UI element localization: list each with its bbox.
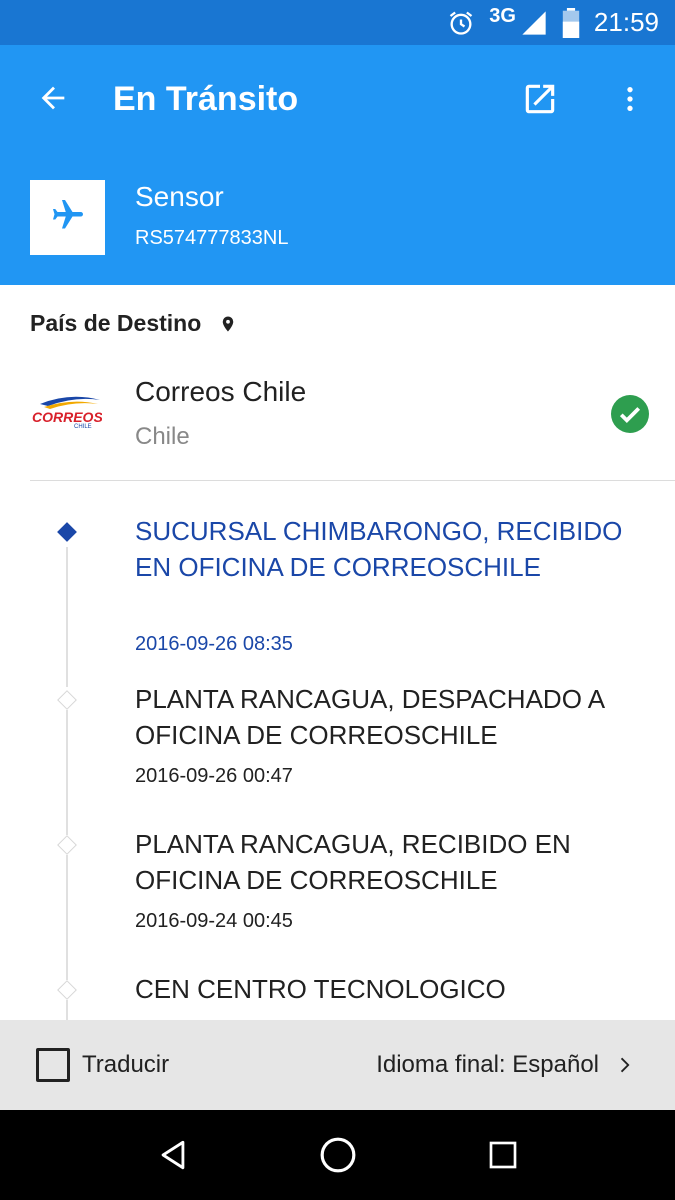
package-type-badge (30, 180, 105, 255)
airplane-icon (50, 197, 86, 238)
timeline-event: SUCURSAL CHIMBARONGO, RECIBIDO EN OFICIN… (0, 481, 675, 687)
tracking-code: RS574777833NL (135, 227, 289, 249)
chevron-right-icon[interactable] (613, 1053, 635, 1077)
timeline-node (57, 980, 77, 1000)
timeline-node (57, 690, 77, 710)
timeline-node-active (57, 522, 77, 542)
timeline-event: PLANTA RANCAGUA, RECIBIDO EN OFICINA DE … (0, 813, 675, 980)
destination-header-label: País de Destino (30, 310, 202, 336)
status-bar: 3G 21:59 (0, 0, 675, 45)
open-in-new-icon[interactable] (518, 77, 562, 121)
target-language-selector[interactable]: Idioma final: Español (376, 1051, 599, 1079)
network-type: 3G (489, 5, 516, 27)
nav-back-icon[interactable] (153, 1135, 193, 1175)
translate-checkbox[interactable] (36, 1048, 70, 1082)
event-description: CEN CENTRO TECNOLOGICO (135, 974, 506, 1004)
carrier-logo-subtext: CHILE (74, 424, 92, 430)
event-date: 2016-09-26 00:47 (135, 765, 293, 787)
carrier-logo-text: CORREOS (32, 409, 102, 425)
battery-icon (562, 7, 580, 38)
carrier-name: Correos Chile (135, 376, 307, 407)
more-vert-icon[interactable] (608, 77, 652, 121)
timeline-node (57, 835, 77, 855)
nav-recents-icon[interactable] (483, 1135, 523, 1175)
timeline-connector (66, 1000, 68, 1020)
app-bar: En Tránsito Sensor RS574777833NL (0, 45, 675, 285)
translate-bar: Traducir Idioma final: Español (0, 1020, 675, 1110)
event-description: PLANTA RANCAGUA, RECIBIDO EN OFICINA DE … (135, 829, 571, 895)
clock: 21:59 (593, 7, 659, 37)
carrier-logo: CORREOS CHILE (30, 392, 103, 432)
screen: 3G 21:59 En Tránsito Sensor RS574777833N… (0, 0, 675, 1200)
event-date: 2016-09-24 00:45 (135, 910, 293, 932)
destination-header: País de Destino (30, 310, 237, 337)
nav-home-icon[interactable] (318, 1135, 358, 1175)
event-description: SUCURSAL CHIMBARONGO, RECIBIDO EN OFICIN… (135, 516, 623, 582)
carrier-country: Chile (135, 423, 190, 450)
alarm-icon (447, 9, 475, 37)
timeline-event: CEN CENTRO TECNOLOGICO (0, 958, 675, 1020)
timeline-event: PLANTA RANCAGUA, DESPACHADO A OFICINA DE… (0, 668, 675, 835)
tracking-timeline: SUCURSAL CHIMBARONGO, RECIBIDO EN OFICIN… (0, 481, 675, 1020)
translate-checkbox-label[interactable]: Traducir (82, 1051, 169, 1079)
package-name: Sensor (135, 181, 224, 212)
event-date: 2016-09-26 08:35 (135, 633, 293, 655)
check-circle-icon (611, 395, 649, 433)
arrow-back-icon[interactable] (32, 77, 74, 119)
location-pin-icon (219, 313, 237, 335)
system-nav-bar (0, 1110, 675, 1200)
timeline-connector (66, 547, 68, 687)
page-title: En Tránsito (113, 80, 299, 118)
signal-icon (520, 9, 548, 37)
event-description: PLANTA RANCAGUA, DESPACHADO A OFICINA DE… (135, 684, 604, 750)
